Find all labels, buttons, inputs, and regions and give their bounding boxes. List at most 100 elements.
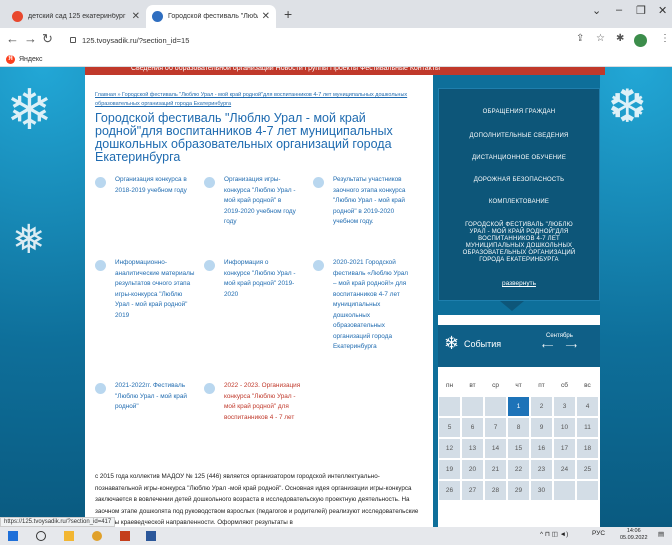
- calendar-day[interactable]: 21: [485, 460, 506, 479]
- calendar-day[interactable]: 11: [577, 418, 598, 437]
- calendar-day[interactable]: 22: [508, 460, 529, 479]
- notification-icon[interactable]: ▤: [658, 530, 664, 538]
- calendar-day[interactable]: 5: [439, 418, 460, 437]
- chrome-icon[interactable]: [92, 531, 102, 541]
- tab-2-active[interactable]: Городской фестиваль "Люблю ✕: [146, 5, 276, 28]
- clock[interactable]: 14:06 05.09.2022: [620, 528, 648, 542]
- calendar-day[interactable]: 20: [462, 460, 483, 479]
- bookmark-star-icon[interactable]: ☆: [596, 33, 605, 44]
- calendar-day[interactable]: 8: [508, 418, 529, 437]
- side-menu-item[interactable]: ДОПОЛНИТЕЛЬНЫЕ СВЕДЕНИЯ: [439, 133, 599, 139]
- calendar-day[interactable]: 7: [485, 418, 506, 437]
- side-menu-item[interactable]: ДИСТАНЦИОННОЕ ОБУЧЕНИЕ: [439, 155, 599, 161]
- calendar-day[interactable]: 23: [531, 460, 552, 479]
- calendar-day[interactable]: 28: [485, 481, 506, 500]
- page-viewport: ❄ ❅ ❆ Сведения об образовательной органи…: [0, 67, 672, 527]
- breadcrumb[interactable]: Главная » Городской фестиваль "Люблю Ура…: [95, 91, 425, 109]
- calendar-day[interactable]: 14: [485, 439, 506, 458]
- next-month-icon[interactable]: ⟶: [565, 341, 588, 350]
- main-content: Главная » Городской фестиваль "Люблю Ура…: [85, 75, 433, 527]
- item-link[interactable]: Информация о конкурсе "Люблю Урал - мой …: [224, 258, 296, 300]
- close-window-icon[interactable]: ✕: [658, 4, 667, 17]
- site-favicon-icon: [152, 11, 163, 22]
- calendar-day[interactable]: 26: [439, 481, 460, 500]
- calendar-day[interactable]: 15: [508, 439, 529, 458]
- calendar-day[interactable]: 19: [439, 460, 460, 479]
- weekday-label: пт: [538, 382, 545, 389]
- weekday-label: вс: [584, 382, 591, 389]
- calendar-day[interactable]: 29: [508, 481, 529, 500]
- language-indicator[interactable]: РУС: [592, 530, 605, 537]
- calendar-day[interactable]: 30: [531, 481, 552, 500]
- side-menu-item[interactable]: ОБРАЩЕНИЯ ГРАЖДАН: [439, 109, 599, 115]
- calendar-day[interactable]: 24: [554, 460, 575, 479]
- side-menu-item-festival[interactable]: ГОРОДСКОЙ ФЕСТИВАЛЬ "ЛЮБЛЮ УРАЛ - МОЙ КР…: [457, 222, 581, 264]
- powerpoint-icon[interactable]: [120, 531, 130, 541]
- menu-icon[interactable]: ⋮: [660, 33, 670, 44]
- calendar-day[interactable]: 6: [462, 418, 483, 437]
- month-nav: ⟵⟶: [542, 341, 589, 350]
- side-menu-item[interactable]: КОМПЛЕКТОВАНИЕ: [439, 199, 599, 205]
- tab-search-icon[interactable]: ⌄: [592, 4, 601, 17]
- tray-icons[interactable]: ^ ⊓ ◫ ◄): [540, 530, 568, 538]
- word-icon[interactable]: [146, 531, 156, 541]
- calendar-day-today[interactable]: 1: [508, 397, 529, 416]
- item-link[interactable]: 2020-2021 Городской фестиваль «Люблю Ура…: [333, 258, 411, 353]
- calendar-week-row: 19 20 21 22 23 24 25: [438, 459, 600, 480]
- calendar-day[interactable]: 4: [577, 397, 598, 416]
- status-url: https://125.tvoysadik.ru/?section_id=417: [0, 517, 116, 527]
- calendar-day[interactable]: 13: [462, 439, 483, 458]
- bookmark-yandex[interactable]: Яндекс: [19, 56, 43, 63]
- bullet-icon: [204, 383, 215, 394]
- search-icon[interactable]: [36, 531, 46, 541]
- back-icon[interactable]: ←: [6, 31, 19, 46]
- profile-avatar[interactable]: [634, 34, 647, 47]
- calendar-day[interactable]: 18: [577, 439, 598, 458]
- file-explorer-icon[interactable]: [64, 531, 74, 541]
- minimize-icon[interactable]: –: [616, 4, 622, 16]
- tab-1[interactable]: детский сад 125 екатеринбург ✕: [6, 5, 146, 28]
- calendar-day[interactable]: 12: [439, 439, 460, 458]
- bookmarks-bar: Я Яндекс: [0, 52, 672, 67]
- calendar-day[interactable]: 27: [462, 481, 483, 500]
- item-link[interactable]: 2021-2022гг. Фестиваль "Люблю Урал - мой…: [115, 381, 189, 413]
- item-link[interactable]: 2022 - 2023. Организация конкурса "Люблю…: [224, 381, 302, 423]
- address-bar[interactable]: 125.tvoysadik.ru/?section_id=15: [70, 31, 570, 49]
- calendar-day[interactable]: 17: [554, 439, 575, 458]
- calendar-day[interactable]: 10: [554, 418, 575, 437]
- extensions-icon[interactable]: ✱: [616, 33, 624, 44]
- windows-start-icon[interactable]: [8, 531, 18, 541]
- snowflake-icon: ❅: [12, 218, 46, 262]
- site-favicon-icon: [12, 11, 23, 22]
- close-tab-icon[interactable]: ✕: [262, 11, 270, 22]
- browser-toolbar: ← → ↻ 125.tvoysadik.ru/?section_id=15 ⇪ …: [0, 28, 672, 52]
- forward-icon[interactable]: →: [24, 31, 37, 46]
- calendar-month: Сентябрь: [546, 333, 573, 339]
- weekday-label: ср: [492, 382, 499, 389]
- side-menu-item[interactable]: ДОРОЖНАЯ БЕЗОПАСНОСТЬ: [439, 177, 599, 183]
- item-link[interactable]: Организация конкурса в 2018-2019 учебном…: [115, 175, 195, 196]
- close-tab-icon[interactable]: ✕: [132, 11, 140, 22]
- yandex-icon: Я: [6, 54, 15, 64]
- calendar-day[interactable]: 3: [554, 397, 575, 416]
- calendar-day[interactable]: 25: [577, 460, 598, 479]
- top-navigation[interactable]: Сведения об образовательной организации …: [85, 67, 605, 75]
- calendar-week-row: 12 13 14 15 16 17 18: [438, 438, 600, 459]
- item-link[interactable]: Информационно-аналитические материалы ре…: [115, 258, 197, 321]
- maximize-icon[interactable]: ❐: [636, 4, 646, 17]
- prev-month-icon[interactable]: ⟵: [542, 341, 565, 350]
- calendar-weeks: 1 2 3 4 5 6 7 8 9 10 11 12 13 14 15 16 17 18 19 20 21 22 23 24 2…: [438, 396, 600, 501]
- new-tab-button[interactable]: +: [284, 6, 292, 22]
- calendar-day[interactable]: 9: [531, 418, 552, 437]
- lock-icon: [70, 37, 76, 43]
- share-icon[interactable]: ⇪: [576, 33, 584, 44]
- calendar-day[interactable]: 16: [531, 439, 552, 458]
- right-winter-decoration: [600, 67, 672, 527]
- item-link[interactable]: Организация игры-конкурса "Люблю Урал - …: [224, 175, 298, 228]
- bullet-icon: [204, 260, 215, 271]
- item-link[interactable]: Результаты участников заочного этапа кон…: [333, 175, 411, 228]
- menu-pointer: [500, 301, 524, 311]
- reload-icon[interactable]: ↻: [42, 31, 53, 47]
- expand-link[interactable]: развернуть: [439, 280, 599, 287]
- calendar-day[interactable]: 2: [531, 397, 552, 416]
